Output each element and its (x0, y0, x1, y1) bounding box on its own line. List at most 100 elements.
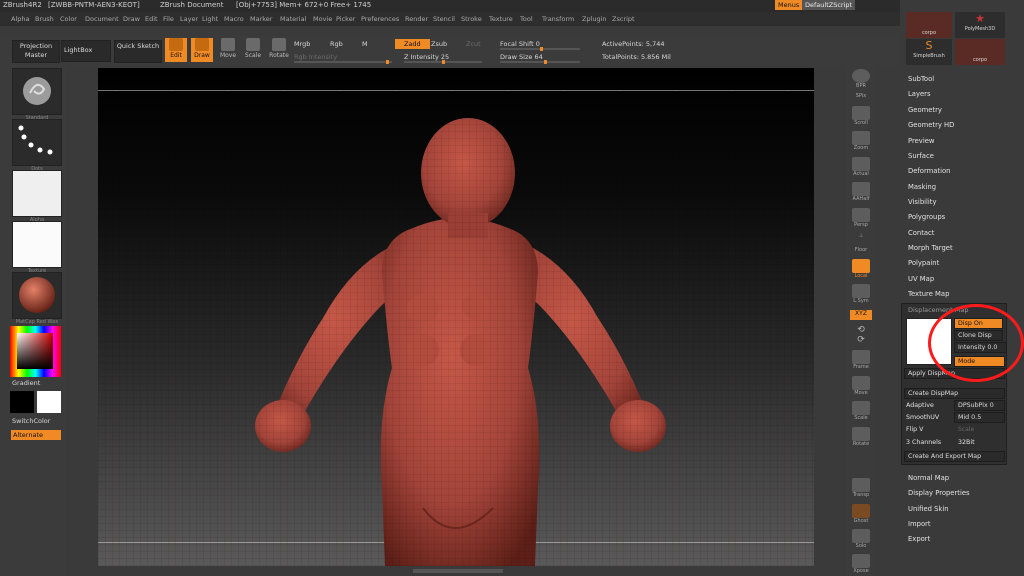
menu-item[interactable]: Material (280, 15, 306, 23)
geometry-menu[interactable]: Geometry (908, 106, 942, 114)
aahalf-button[interactable]: AAHalf (850, 182, 872, 204)
draw-button[interactable]: Draw (191, 38, 213, 62)
menu-item[interactable]: Tool (520, 15, 533, 23)
frame-button[interactable]: Frame (850, 350, 872, 372)
menu-item[interactable]: Layer (180, 15, 198, 23)
z-intensity-track[interactable] (404, 60, 482, 64)
material-thumbnail[interactable]: MatCap Red Wax (12, 272, 62, 325)
polygroups-menu[interactable]: Polygroups (908, 213, 945, 221)
sculpt-model[interactable] (98, 68, 814, 566)
menu-item[interactable]: Picker (336, 15, 355, 23)
create-dispmap-button[interactable]: Create DispMap (904, 388, 1005, 399)
menu-item[interactable]: Draw (123, 15, 140, 23)
preview-menu[interactable]: Preview (908, 137, 934, 145)
geometry-hd-menu[interactable]: Geometry HD (908, 121, 954, 129)
secondary-color-swatch[interactable] (37, 391, 61, 413)
tool-thumb-corpo-2[interactable]: corpo (955, 39, 1005, 65)
zsub-button[interactable]: Zsub (431, 40, 447, 48)
menu-item[interactable]: Alpha (11, 15, 29, 23)
spix-button[interactable]: SPix (850, 93, 872, 103)
menu-item[interactable]: Zscript (612, 15, 635, 23)
canvas-scrollbar[interactable] (413, 569, 503, 573)
menu-item[interactable]: File (163, 15, 174, 23)
visibility-menu[interactable]: Visibility (908, 198, 937, 206)
main-color-swatch[interactable] (10, 391, 34, 413)
solo-button[interactable]: Solo (850, 529, 872, 551)
actual-button[interactable]: Actual (850, 157, 872, 179)
scale-slider[interactable]: Scale (958, 426, 974, 433)
normal-map-menu[interactable]: Normal Map (908, 474, 949, 482)
subtool-menu[interactable]: SubTool (908, 75, 934, 83)
zadd-button[interactable]: Zadd (395, 39, 430, 49)
m-button[interactable]: M (362, 40, 368, 48)
menu-item[interactable]: Document (85, 15, 119, 23)
morph-target-menu[interactable]: Morph Target (908, 244, 953, 252)
stroke-thumbnail[interactable]: Dots (12, 119, 62, 172)
rgb-intensity-slider[interactable]: Rgb Intensity (294, 53, 337, 61)
menu-item[interactable]: Preferences (361, 15, 399, 23)
rotate-view-button[interactable]: Rotate (850, 427, 872, 449)
transp-button[interactable]: Transp (850, 478, 872, 500)
menus-button[interactable]: Menus (775, 0, 803, 10)
menu-item[interactable]: Texture (489, 15, 513, 23)
mid-slider[interactable]: Mid 0.5 (954, 412, 1005, 423)
menu-item[interactable]: Brush (35, 15, 54, 23)
document-canvas[interactable] (98, 68, 814, 566)
32bit-toggle[interactable]: 32Bit (958, 439, 975, 446)
edit-button[interactable]: Edit (165, 38, 187, 62)
menu-item[interactable]: Light (202, 15, 218, 23)
3-channels-toggle[interactable]: 3 Channels (906, 439, 941, 446)
projection-master-button[interactable]: Projection Master (12, 40, 60, 63)
menu-item[interactable]: Marker (250, 15, 272, 23)
quick-sketch-button[interactable]: Quick Sketch (114, 40, 162, 63)
draw-size-track[interactable] (500, 60, 580, 64)
lsym-button[interactable]: L.Sym (850, 284, 872, 306)
move-button[interactable]: Move (217, 38, 239, 62)
mrgb-button[interactable]: Mrgb (294, 40, 310, 48)
dpsubpix-slider[interactable]: DPSubPix 0 (954, 400, 1005, 411)
tool-thumb-polymesh3d[interactable]: ★ PolyMesh3D (955, 12, 1005, 38)
display-properties-menu[interactable]: Display Properties (908, 489, 970, 497)
gradient-label[interactable]: Gradient (12, 379, 40, 387)
polypaint-menu[interactable]: Polypaint (908, 259, 939, 267)
switch-color-button[interactable]: SwitchColor (12, 417, 50, 425)
tool-thumb-corpo[interactable]: corpo (906, 12, 952, 38)
menu-item[interactable]: Transform (542, 15, 574, 23)
bpr-button[interactable]: BPR (850, 69, 872, 91)
zoom-button[interactable]: Zoom (850, 131, 872, 153)
xyz-button[interactable]: XYZ (850, 310, 872, 320)
persp-button[interactable]: Persp (850, 208, 872, 230)
uv-map-menu[interactable]: UV Map (908, 275, 934, 283)
lightbox-button[interactable]: LightBox (61, 40, 111, 62)
rotate-button[interactable]: Rotate (268, 38, 290, 62)
color-square[interactable] (17, 333, 53, 369)
tool-thumb-simplebrush[interactable]: S SimpleBrush (906, 39, 952, 65)
rgb-intensity-track[interactable] (294, 60, 392, 64)
menu-item[interactable]: Stroke (461, 15, 482, 23)
import-menu[interactable]: Import (908, 520, 931, 528)
menu-item[interactable]: Stencil (433, 15, 455, 23)
scale-button[interactable]: Scale (242, 38, 264, 62)
contact-menu[interactable]: Contact (908, 229, 934, 237)
alternate-button[interactable]: Alternate (11, 430, 61, 440)
create-and-export-map-button[interactable]: Create And Export Map (904, 451, 1005, 462)
scale-view-button[interactable]: Scale (850, 401, 872, 423)
export-menu[interactable]: Export (908, 535, 930, 543)
menu-item[interactable]: Macro (224, 15, 244, 23)
menu-item[interactable]: Zplugin (582, 15, 607, 23)
brush-thumbnail[interactable]: Standard (12, 68, 62, 121)
texture-thumbnail[interactable]: Texture (12, 221, 62, 274)
scroll-button[interactable]: Scroll (850, 106, 872, 128)
surface-menu[interactable]: Surface (908, 152, 934, 160)
zcut-button[interactable]: Zcut (466, 40, 481, 48)
menu-item[interactable]: Render (405, 15, 428, 23)
draw-size-slider[interactable]: Draw Size 64 (500, 53, 543, 61)
texture-map-menu[interactable]: Texture Map (908, 290, 949, 298)
focal-shift-track[interactable] (500, 47, 580, 51)
focal-shift-slider[interactable]: Focal Shift 0 (500, 40, 540, 48)
xpose-button[interactable]: Xpose (850, 554, 872, 576)
adaptive-toggle[interactable]: Adaptive (906, 402, 934, 409)
unified-skin-menu[interactable]: Unified Skin (908, 505, 949, 513)
menu-item[interactable]: Color (60, 15, 77, 23)
color-picker[interactable] (10, 326, 61, 377)
